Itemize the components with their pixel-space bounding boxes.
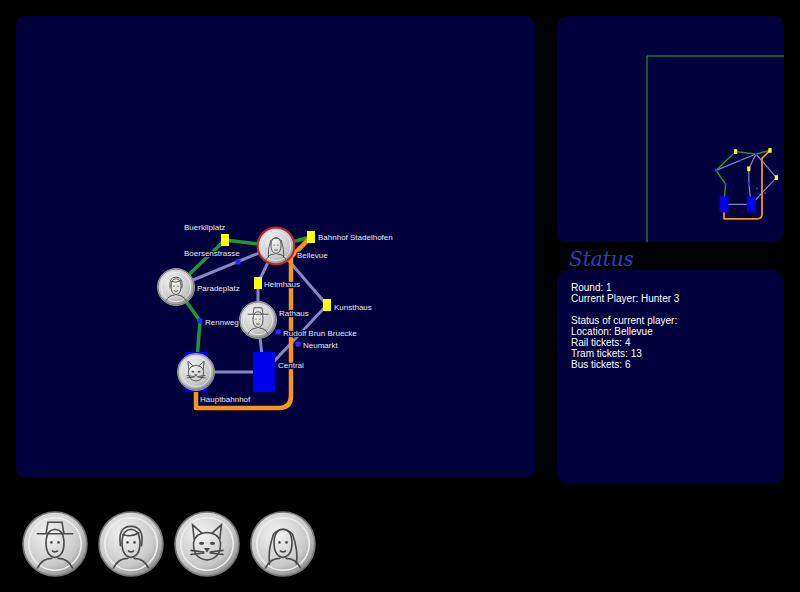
station-marker[interactable] (254, 277, 262, 289)
station-label[interactable]: Bahnhof Stadelhofen (318, 233, 393, 242)
station-label[interactable]: Buerkliplatz (184, 223, 225, 232)
status-line (571, 304, 770, 315)
token-ring (240, 302, 277, 339)
status-line: Location: Bellevue (571, 326, 770, 337)
station-marker[interactable] (221, 234, 229, 246)
player-button[interactable] (250, 511, 316, 577)
status-line: Rail tickets: 4 (571, 337, 770, 348)
minimap-network (715, 148, 778, 219)
station-label[interactable]: Kunsthaus (334, 303, 372, 312)
portrait-icon (178, 354, 214, 390)
station-marker[interactable] (296, 342, 301, 347)
station-label[interactable]: Paradeplatz (197, 284, 240, 293)
player-button[interactable] (22, 511, 88, 577)
station-marker[interactable] (323, 299, 331, 311)
station-marker[interactable] (276, 330, 281, 335)
status-heading: Status (569, 248, 634, 270)
player-token[interactable] (158, 269, 195, 306)
portrait-icon (258, 228, 294, 264)
minimap[interactable] (557, 16, 784, 242)
token-ring (158, 269, 195, 306)
station-label[interactable]: Bellevue (297, 251, 328, 260)
station-label[interactable]: Helmhaus (264, 280, 300, 289)
player-token[interactable] (240, 302, 277, 339)
station-marker[interactable] (307, 231, 315, 243)
status-line: Status of current player: (571, 315, 770, 326)
station-label[interactable]: Rathaus (279, 309, 309, 318)
status-panel: Round: 1Current Player: Hunter 3 Status o… (557, 270, 784, 484)
portrait-icon (22, 511, 88, 577)
status-line: Bus tickets: 6 (571, 359, 770, 370)
portrait-icon (240, 302, 276, 338)
station-label[interactable]: Central (278, 361, 304, 370)
map-panel[interactable]: Paradeplatz Buerkliplatz Boersenstrasse Bel… (16, 16, 535, 478)
station-marker[interactable] (198, 319, 203, 324)
station-label[interactable]: Rudolf Brun Bruecke (283, 329, 357, 338)
status-line: Tram tickets: 13 (571, 348, 770, 359)
viewport-frame[interactable] (647, 56, 784, 242)
player-bar (16, 484, 784, 577)
station-label[interactable]: Rennweg (205, 318, 239, 327)
station-marker[interactable] (236, 260, 241, 265)
portrait-icon (98, 511, 164, 577)
token-ring (258, 228, 295, 265)
player-token[interactable] (178, 354, 215, 391)
portrait-icon (250, 511, 316, 577)
player-token[interactable] (258, 228, 295, 265)
station-marker[interactable] (253, 352, 275, 392)
station-label[interactable]: Neumarkt (303, 341, 338, 350)
token-ring (178, 354, 215, 391)
player-button[interactable] (174, 511, 240, 577)
station-label[interactable]: Hauptbahnhof (200, 395, 251, 404)
status-title: Status (557, 242, 784, 270)
station-label[interactable]: Boersenstrasse (184, 249, 240, 258)
portrait-icon (158, 269, 194, 305)
portrait-icon (174, 511, 240, 577)
player-button[interactable] (98, 511, 164, 577)
status-line: Current Player: Hunter 3 (571, 293, 770, 304)
status-line: Round: 1 (571, 282, 770, 293)
connection-line (196, 237, 311, 408)
